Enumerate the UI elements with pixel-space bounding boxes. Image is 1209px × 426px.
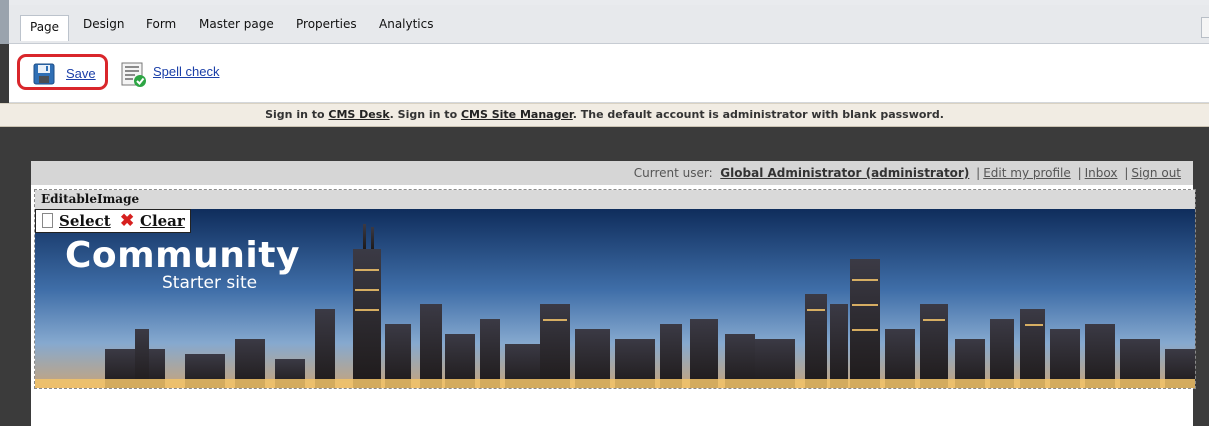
separator: | [1077, 166, 1082, 180]
left-edge [0, 0, 9, 44]
banner-title: Community [65, 235, 300, 276]
save-button[interactable]: Save [17, 54, 108, 90]
document-icon [42, 213, 53, 228]
toolbar: Save Spell check [9, 44, 1209, 103]
banner-image: Select ✖ Clear Community Starter site [35, 209, 1195, 388]
window-control[interactable] [1201, 17, 1209, 38]
tab-page[interactable]: Page [20, 15, 70, 41]
sign-in-notice: Sign in to CMS Desk. Sign in to CMS Site… [0, 103, 1209, 127]
tab-form[interactable]: Form [146, 17, 176, 31]
notice-text-3: . The default account is administrator w… [572, 108, 944, 121]
cms-desk-link[interactable]: CMS Desk [328, 108, 389, 121]
edit-profile-link[interactable]: Edit my profile [983, 166, 1071, 180]
spell-check-button[interactable]: Spell check [153, 64, 219, 79]
notice-text-2: . Sign in to [389, 108, 461, 121]
tab-master-page[interactable]: Master page [199, 17, 274, 31]
select-button[interactable]: Select [59, 212, 111, 230]
site-page: Current user: Global Administrator (admi… [31, 161, 1196, 426]
floppy-disk-icon [33, 63, 55, 85]
editable-image-title: EditableImage [35, 190, 1195, 209]
separator: | [976, 166, 981, 180]
image-actions: Select ✖ Clear [35, 209, 191, 233]
inbox-link[interactable]: Inbox [1085, 166, 1118, 180]
cms-site-manager-link[interactable]: CMS Site Manager [461, 108, 573, 121]
tab-properties[interactable]: Properties [296, 17, 357, 31]
spell-check-icon[interactable] [121, 62, 147, 88]
tab-strip: Page Design Form Master page Properties … [9, 5, 1209, 44]
user-bar: Current user: Global Administrator (admi… [31, 161, 1193, 185]
editable-image-region: EditableImage Select ✖ Clear Community S… [34, 189, 1196, 389]
banner-subtitle: Starter site [162, 273, 258, 293]
current-user-name[interactable]: Global Administrator (administrator) [720, 166, 969, 180]
red-x-icon[interactable]: ✖ [120, 211, 134, 231]
tab-analytics[interactable]: Analytics [379, 17, 434, 31]
notice-text-1: Sign in to [265, 108, 329, 121]
tab-design[interactable]: Design [83, 17, 124, 31]
clear-button[interactable]: Clear [140, 212, 185, 230]
save-label[interactable]: Save [66, 66, 96, 81]
sign-out-link[interactable]: Sign out [1131, 166, 1181, 180]
separator: | [1124, 166, 1129, 180]
top-bar: Page Design Form Master page Properties … [0, 0, 1209, 44]
current-user-label: Current user: [633, 166, 713, 180]
